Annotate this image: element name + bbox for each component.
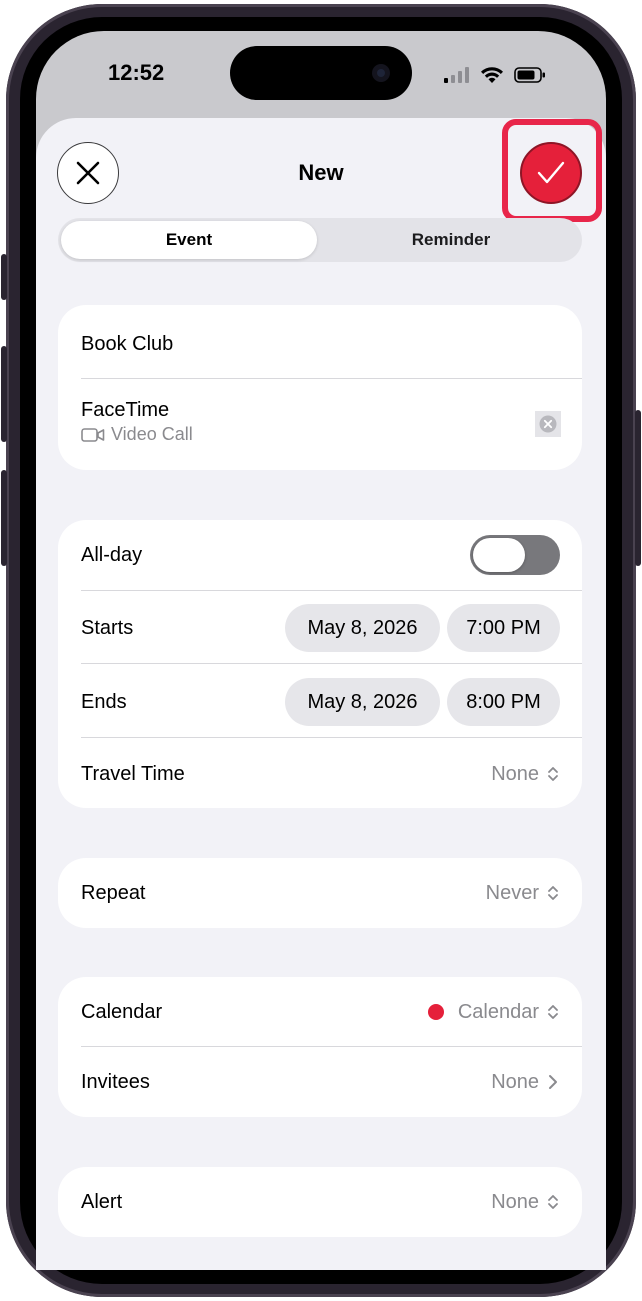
ends-label: Ends — [81, 690, 127, 713]
segment-reminder[interactable]: Reminder — [320, 221, 582, 259]
camera — [372, 64, 390, 82]
event-title-field[interactable]: Book Club — [81, 333, 173, 356]
device-button-left — [1, 470, 7, 566]
divider — [81, 663, 582, 664]
location-field[interactable]: FaceTime — [81, 399, 193, 422]
chevron-up-down-icon — [548, 1195, 558, 1209]
chevron-up-down-icon — [548, 1005, 558, 1019]
confirm-button[interactable] — [520, 142, 582, 204]
calendar-card: Calendar Calendar Invitees None — [58, 977, 582, 1117]
chevron-up-down-icon — [548, 886, 558, 900]
start-time-pill[interactable]: 7:00 PM — [447, 604, 560, 652]
repeat-row[interactable]: Repeat Never — [81, 873, 559, 913]
battery-icon — [514, 67, 545, 83]
invitees-row[interactable]: Invitees None — [81, 1062, 559, 1102]
calendar-label: Calendar — [81, 1000, 163, 1023]
cellular-signal-icon — [444, 67, 469, 83]
travel-time-label: Travel Time — [81, 762, 185, 785]
device-button-left — [1, 254, 7, 300]
end-date-pill[interactable]: May 8, 2026 — [285, 678, 440, 726]
alert-card: Alert None — [58, 1167, 582, 1237]
start-date-pill[interactable]: May 8, 2026 — [285, 604, 440, 652]
event-type-segmented-control: Event Reminder — [58, 218, 582, 262]
device-button-right — [635, 410, 641, 566]
checkmark-icon — [537, 161, 565, 184]
chevron-up-down-icon — [548, 767, 558, 781]
divider — [81, 590, 582, 591]
title-row[interactable]: Book Club — [81, 327, 559, 361]
starts-label: Starts — [81, 616, 134, 639]
divider — [81, 737, 582, 738]
schedule-card: All-day Starts May 8, 2026 7:00 PM Ends … — [58, 520, 582, 808]
chevron-right-icon — [549, 1075, 557, 1089]
invitees-label: Invitees — [81, 1070, 150, 1093]
calendar-color-dot — [427, 1004, 444, 1020]
segment-event[interactable]: Event — [61, 221, 317, 259]
location-row[interactable]: FaceTime Video Call — [81, 399, 561, 449]
calendar-row[interactable]: Calendar Calendar — [81, 992, 559, 1032]
wifi-icon — [481, 67, 503, 83]
repeat-value: Never — [485, 881, 539, 904]
travel-time-row[interactable]: Travel Time None — [81, 754, 559, 794]
alert-row[interactable]: Alert None — [81, 1182, 559, 1222]
status-time: 12:52 — [108, 60, 165, 85]
divider — [81, 378, 582, 379]
alert-value: None — [491, 1190, 539, 1213]
device-button-left — [1, 346, 7, 442]
toggle-knob — [473, 538, 525, 572]
location-detail: Video Call — [111, 424, 193, 444]
calendar-value: Calendar — [457, 1000, 539, 1023]
repeat-label: Repeat — [81, 881, 146, 904]
alert-label: Alert — [81, 1190, 123, 1213]
invitees-value: None — [491, 1070, 539, 1093]
all-day-toggle[interactable] — [470, 535, 560, 575]
clear-icon — [539, 415, 557, 433]
divider — [81, 1046, 582, 1047]
end-time-pill[interactable]: 8:00 PM — [447, 678, 560, 726]
travel-time-value: None — [491, 762, 539, 785]
title-location-card: Book Club FaceTime Video Call — [58, 305, 582, 470]
clear-location-button[interactable] — [535, 411, 561, 437]
all-day-label: All-day — [81, 543, 143, 566]
repeat-card: Repeat Never — [58, 858, 582, 928]
status-icons — [444, 66, 546, 84]
video-camera-icon — [81, 427, 105, 442]
